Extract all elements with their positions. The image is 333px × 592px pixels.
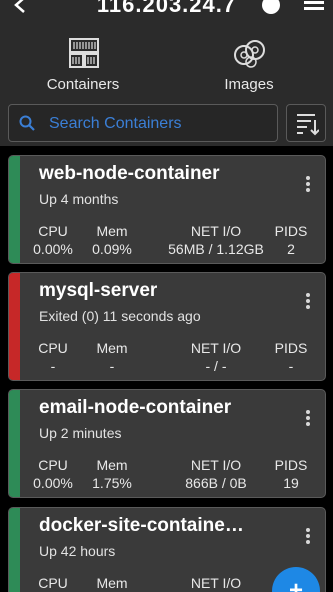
cpu-stat: CPU 0.00% [28, 457, 78, 491]
net-io-stat: NET I/O [149, 575, 283, 591]
net-io-stat: NET I/O - / - [149, 340, 283, 374]
host-title: 116.203.24.7 [96, 0, 237, 17]
net-io-stat: NET I/O 866B / 0B [149, 457, 283, 491]
mem-stat: Mem 0.09% [87, 223, 137, 257]
mem-stat: Mem 1.75% [87, 457, 137, 491]
sort-icon [297, 114, 319, 136]
cpu-value: 0.00% [33, 241, 73, 257]
mem-value: - [109, 358, 115, 374]
pids-stat: PIDS 2 [271, 223, 311, 257]
tab-bar: Containers Images [0, 36, 333, 96]
mem-label: Mem [96, 340, 128, 356]
net-io-value: - / - [205, 358, 227, 374]
mem-value: 0.09% [92, 241, 132, 257]
cpu-stat: CPU [28, 575, 78, 591]
pids-stat: PIDS - [271, 340, 311, 374]
cpu-stat: CPU 0.00% [28, 223, 78, 257]
containers-icon [69, 38, 99, 68]
images-icon [234, 40, 265, 68]
cpu-label: CPU [38, 457, 68, 473]
cpu-stat: CPU - [28, 340, 78, 374]
status-stripe [9, 156, 20, 263]
search-input[interactable]: Search Containers [8, 104, 278, 142]
more-options-icon[interactable] [305, 410, 311, 428]
container-status: Up 2 minutes [39, 425, 122, 441]
sort-button[interactable] [286, 104, 326, 142]
cpu-label: CPU [38, 340, 68, 356]
pids-value: 19 [283, 475, 299, 491]
top-bar: 116.203.24.7 [0, 0, 333, 20]
pids-stat: PIDS 19 [271, 457, 311, 491]
container-name: email-node-container [39, 397, 232, 418]
net-io-label: NET I/O [190, 223, 242, 239]
pids-value: - [288, 358, 294, 374]
container-card[interactable]: email-node-container Up 2 minutes CPU 0.0… [8, 389, 326, 498]
pids-label: PIDS [274, 223, 308, 239]
app-header: 116.203.24.7 Containers Images Search Co… [0, 0, 333, 146]
net-io-label: NET I/O [190, 457, 242, 473]
status-stripe [9, 508, 20, 592]
plus-icon: + [288, 577, 303, 592]
mem-label: Mem [96, 457, 128, 473]
net-io-value: 866B / 0B [185, 475, 247, 491]
mem-label: Mem [96, 223, 128, 239]
net-io-label: NET I/O [190, 575, 242, 591]
status-stripe [9, 390, 20, 497]
tab-containers-label: Containers [46, 76, 120, 93]
search-icon [19, 115, 35, 131]
cpu-value: 0.00% [33, 475, 73, 491]
mem-stat: Mem - [87, 340, 137, 374]
net-io-stat: NET I/O 56MB / 1.12GB [149, 223, 283, 257]
more-options-icon[interactable] [305, 528, 311, 546]
container-name: mysql-server [39, 280, 158, 301]
pids-label: PIDS [274, 340, 308, 356]
cpu-label: CPU [38, 575, 68, 591]
mem-label: Mem [96, 575, 128, 591]
tab-images-label: Images [224, 76, 274, 93]
container-status: Exited (0) 11 seconds ago [39, 308, 201, 324]
pids-value: 2 [287, 241, 295, 257]
mem-stat: Mem [87, 575, 137, 591]
status-stripe [9, 273, 20, 380]
tab-containers[interactable]: Containers [0, 36, 166, 96]
container-status: Up 42 hours [39, 543, 116, 559]
more-options-icon[interactable] [305, 293, 311, 311]
menu-icon[interactable] [303, 0, 325, 10]
container-card[interactable]: mysql-server Exited (0) 11 seconds ago C… [8, 272, 326, 381]
net-io-label: NET I/O [190, 340, 242, 356]
pids-label: PIDS [274, 457, 308, 473]
container-status: Up 4 months [39, 191, 119, 207]
container-card[interactable]: web-node-container Up 4 months CPU 0.00% … [8, 155, 326, 264]
mem-value: 1.75% [92, 475, 132, 491]
cpu-label: CPU [38, 223, 68, 239]
cpu-value: - [50, 358, 56, 374]
search-placeholder: Search Containers [49, 115, 182, 132]
container-name: web-node-container [39, 163, 220, 184]
net-io-value: 56MB / 1.12GB [168, 241, 264, 257]
more-options-icon[interactable] [305, 176, 311, 194]
container-name: docker-site-containe… [39, 515, 244, 536]
tab-images[interactable]: Images [166, 36, 332, 96]
